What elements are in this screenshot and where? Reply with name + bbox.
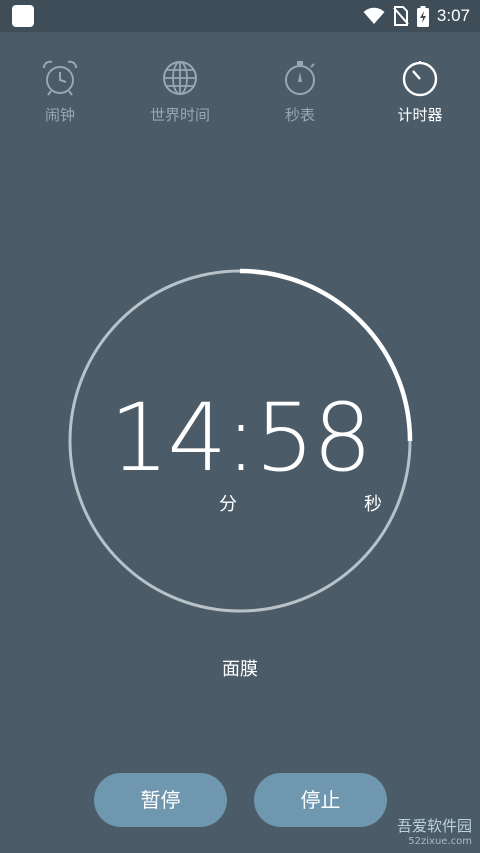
timer-label[interactable]: 面膜 [0,655,480,681]
tab-world-clock[interactable]: 世界时间 [130,50,230,125]
status-bar: 3:07 [0,0,480,32]
tab-bar: 闹钟 世界时间 秒表 计时器 [0,50,480,135]
battery-charging-icon [416,5,429,27]
tab-world-clock-label: 世界时间 [149,106,210,124]
stop-button[interactable]: 停止 [254,773,387,827]
tab-timer-label: 计时器 [397,106,443,124]
app-notification-icon [12,5,34,27]
wifi-icon [363,7,385,24]
stopwatch-icon [285,61,315,95]
tab-stopwatch-label: 秒表 [284,106,315,124]
watermark-text: 吾爱软件园 [396,817,472,835]
seconds-unit-label: 秒 [364,494,382,515]
watermark: 吾爱软件园 52zixue.com [397,815,472,847]
status-icons: 3:07 [363,0,470,32]
timer-time-display: 14:58 [109,384,373,493]
pause-button[interactable]: 暂停 [94,773,227,827]
minutes-unit-label: 分 [219,494,237,515]
alarm-clock-icon [43,60,77,96]
status-time: 3:07 [436,6,470,25]
no-sim-icon [393,6,409,26]
tab-alarm[interactable]: 闹钟 [10,50,110,125]
timer-icon [402,61,438,97]
globe-icon [163,61,197,95]
tab-timer[interactable]: 计时器 [370,50,470,125]
tab-alarm-label: 闹钟 [44,106,75,124]
watermark-url: 52zixue.com [408,836,472,847]
tab-stopwatch[interactable]: 秒表 [250,50,350,125]
